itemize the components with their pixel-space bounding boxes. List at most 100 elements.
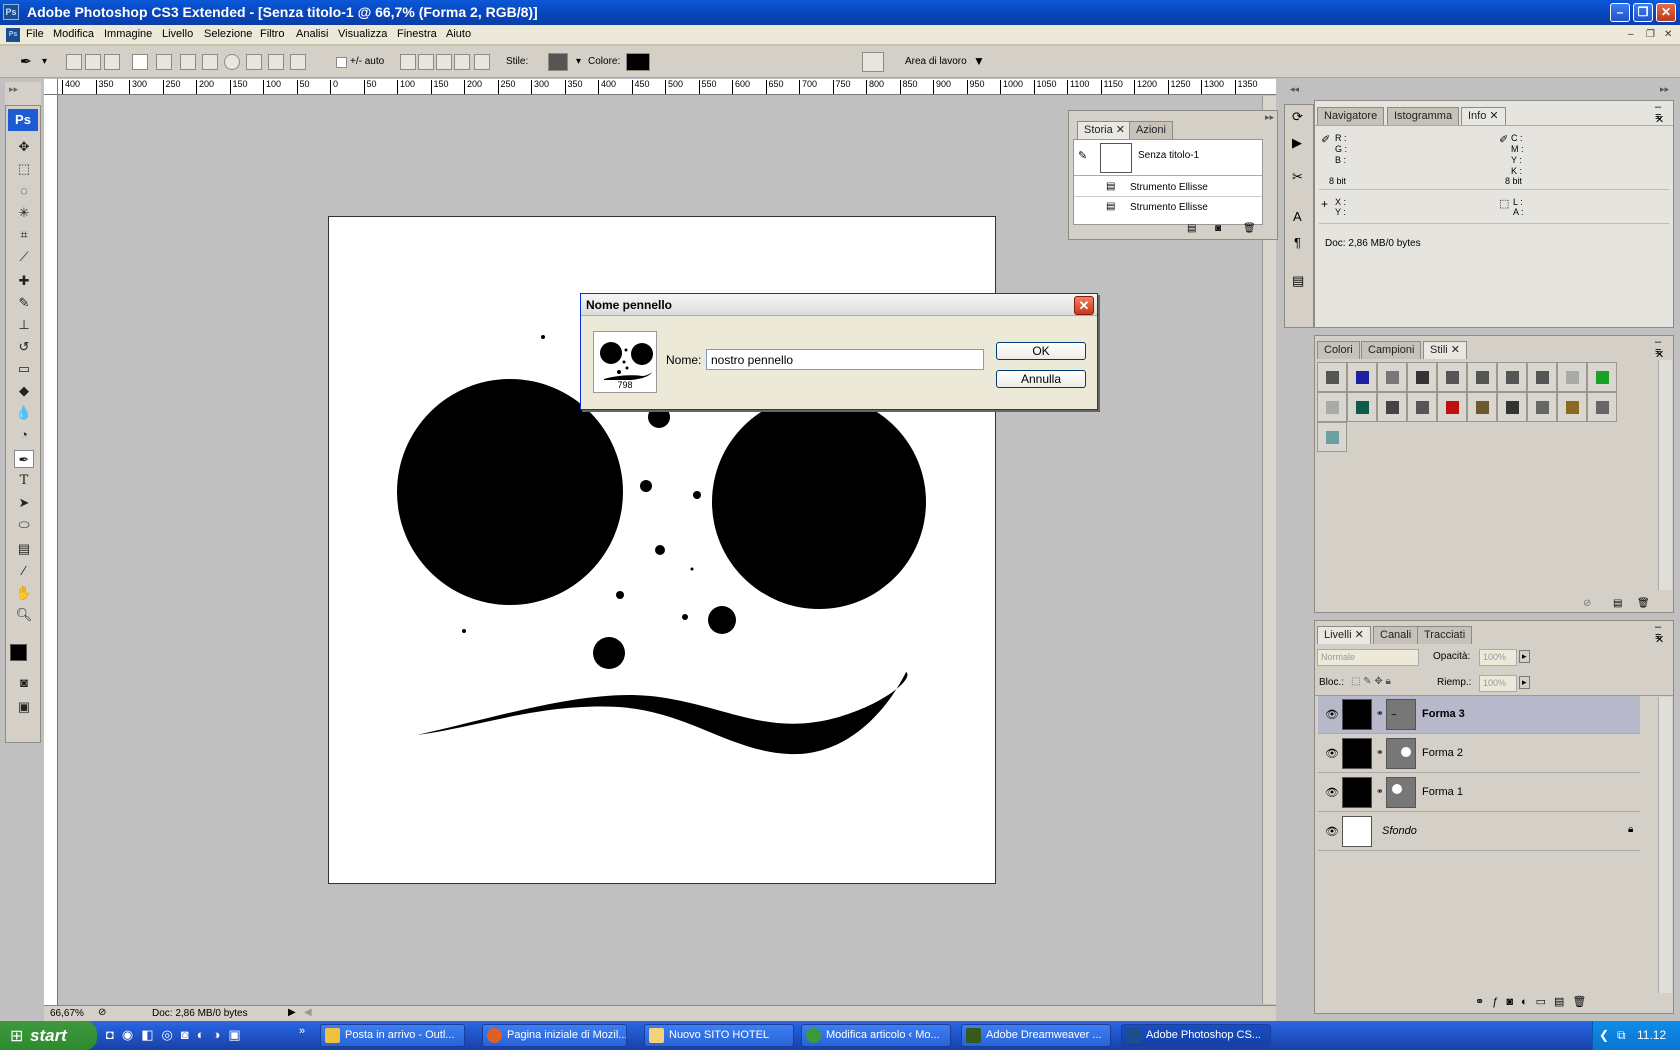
menu-finestra[interactable]: Finestra <box>397 28 437 40</box>
notes-tool-icon[interactable]: ▤ <box>14 540 34 558</box>
history-icon[interactable]: ⟳ <box>1292 109 1303 125</box>
style-swatch[interactable] <box>1557 392 1587 422</box>
character-icon[interactable]: A <box>1293 209 1302 224</box>
fill-field[interactable]: 100% <box>1479 675 1517 692</box>
layer-comps-icon[interactable]: ▤ <box>1292 273 1304 289</box>
menu-modifica[interactable]: Modifica <box>53 28 94 40</box>
new-snapshot-icon[interactable]: ◙ <box>1215 223 1221 234</box>
style-swatch[interactable] <box>1317 362 1347 392</box>
styles-scrollbar[interactable] <box>1658 360 1672 590</box>
history-step[interactable]: ▤ Strumento Ellisse <box>1074 198 1262 217</box>
fill-pixels-icon[interactable] <box>104 54 120 70</box>
rectangle-icon[interactable] <box>180 54 196 70</box>
doc-close-icon[interactable]: ✕ <box>1664 29 1672 40</box>
doc-restore-icon[interactable]: ❐ <box>1646 29 1655 40</box>
menu-immagine[interactable]: Immagine <box>104 28 152 40</box>
slice-tool-icon[interactable]: ⟋ <box>14 248 34 266</box>
brush-name-field[interactable]: nostro pennello <box>706 349 984 370</box>
magic-wand-icon[interactable]: ✳ <box>14 204 34 222</box>
auto-add-delete-checkbox[interactable] <box>336 57 347 68</box>
pen-tool-preset-icon[interactable]: ✒ <box>20 53 32 70</box>
path-selection-icon[interactable]: ➤ <box>14 494 34 512</box>
history-snapshot[interactable]: ✎ Senza titolo-1 <box>1074 140 1262 176</box>
tab-info[interactable]: Info ✕ <box>1461 107 1506 125</box>
layers-footer-icons[interactable]: ⚭ƒ◙◐▭▤🗑︎ <box>1475 995 1594 1008</box>
lasso-tool-icon[interactable]: ◌ <box>14 182 34 200</box>
freeform-pen-icon[interactable] <box>156 54 172 70</box>
ellipse-icon[interactable] <box>224 54 240 70</box>
eye-icon[interactable]: 👁︎ <box>1325 825 1339 838</box>
tab-colori[interactable]: Colori <box>1317 341 1360 359</box>
zoom-level[interactable]: 66,67% <box>50 1008 84 1019</box>
style-swatch[interactable] <box>1587 392 1617 422</box>
history-brush-icon[interactable]: ↺ <box>14 338 34 356</box>
clear-style-icon[interactable]: ⊘ <box>1583 598 1591 609</box>
eraser-tool-icon[interactable]: ▭ <box>14 360 34 378</box>
combine-icon[interactable] <box>400 54 416 70</box>
workspace-menu[interactable]: Area di lavoro <box>905 56 967 67</box>
style-swatch[interactable] <box>1437 362 1467 392</box>
style-swatch[interactable] <box>1467 362 1497 392</box>
tab-navigatore[interactable]: Navigatore <box>1317 107 1385 125</box>
dock-collapse-icon[interactable]: ▸▸ <box>1660 84 1669 95</box>
move-tool-icon[interactable]: ✥ <box>14 138 34 156</box>
layer-row[interactable]: 👁︎ ⚭ ~ Forma 3 <box>1318 696 1640 734</box>
custom-shape-icon[interactable] <box>290 54 306 70</box>
menu-livello[interactable]: Livello <box>162 28 193 40</box>
tab-storia[interactable]: Storia ✕ <box>1077 121 1133 139</box>
paths-icon[interactable] <box>85 54 101 70</box>
intersect-icon[interactable] <box>436 54 452 70</box>
layer-row[interactable]: 👁︎ ⚭ Forma 1 <box>1318 774 1640 812</box>
style-swatch[interactable] <box>1347 362 1377 392</box>
quick-launch-more-icon[interactable]: » <box>299 1025 305 1037</box>
opacity-slider-icon[interactable]: ▸ <box>1519 650 1530 663</box>
taskbar-item-firefox[interactable]: Pagina iniziale di Mozil... <box>482 1024 627 1047</box>
close-button[interactable]: ✕ <box>1656 3 1676 22</box>
screen-mode-icon[interactable]: ▣ <box>14 698 34 716</box>
link-icon[interactable] <box>474 54 490 70</box>
dialog-close-button[interactable]: ✕ <box>1074 296 1094 315</box>
network-icon[interactable]: ⧉ <box>1617 1021 1626 1050</box>
eye-icon[interactable]: 👁︎ <box>1325 708 1339 721</box>
crop-tool-icon[interactable]: ⌗ <box>14 226 34 244</box>
panel-menu-icon[interactable]: ≡ <box>1655 346 1661 358</box>
status-menu-arrow-icon[interactable]: ▶ <box>288 1007 296 1018</box>
foreground-color[interactable] <box>10 644 27 661</box>
new-document-icon[interactable]: ▤ <box>1187 223 1196 234</box>
cancel-button[interactable]: Annulla <box>996 370 1086 388</box>
ruler-origin[interactable] <box>44 79 58 95</box>
style-picker[interactable] <box>548 53 568 71</box>
status-icon[interactable]: ⊘ <box>98 1007 106 1018</box>
layers-scrollbar[interactable] <box>1658 697 1672 993</box>
style-swatch[interactable] <box>1497 362 1527 392</box>
tab-azioni[interactable]: Azioni <box>1129 121 1173 139</box>
clone-stamp-icon[interactable]: ⊥ <box>14 316 34 334</box>
quick-launch-icons[interactable]: ◘◉◧◎◙◐◑▣ <box>106 1027 296 1045</box>
style-swatch[interactable] <box>1377 392 1407 422</box>
menu-analisi[interactable]: Analisi <box>296 28 328 40</box>
panel-menu-icon[interactable]: ≡ <box>1655 631 1661 643</box>
style-swatch[interactable] <box>1347 392 1377 422</box>
dodge-tool-icon[interactable]: ◔ <box>14 426 34 444</box>
chevron-down-icon[interactable]: ▾ <box>576 56 581 67</box>
style-swatch[interactable] <box>1527 392 1557 422</box>
scroll-left-icon[interactable]: ◀ <box>304 1007 312 1018</box>
style-swatch[interactable] <box>1317 422 1347 452</box>
fill-slider-icon[interactable]: ▸ <box>1519 676 1530 689</box>
tab-tracciati[interactable]: Tracciati <box>1417 626 1473 644</box>
actions-icon[interactable]: ▶ <box>1292 135 1302 151</box>
exclude-icon[interactable] <box>454 54 470 70</box>
new-style-icon[interactable]: ▤ <box>1613 598 1622 609</box>
dialog-titlebar[interactable]: Nome pennello ✕ <box>581 294 1097 316</box>
style-swatch[interactable] <box>1317 392 1347 422</box>
zoom-tool-icon[interactable]: 🔍︎ <box>14 606 34 624</box>
pen-tool-icon[interactable]: ✒ <box>14 450 34 468</box>
color-swatch[interactable] <box>626 53 650 71</box>
style-swatch[interactable] <box>1527 362 1557 392</box>
brush-tool-icon[interactable]: ✎ <box>14 294 34 312</box>
tray-expand-icon[interactable]: ❮ <box>1599 1021 1609 1050</box>
tab-canali[interactable]: Canali <box>1373 626 1419 644</box>
ok-button[interactable]: OK <box>996 342 1086 360</box>
taskbar-item-dreamweaver[interactable]: Adobe Dreamweaver ... <box>961 1024 1111 1047</box>
tool-presets-icon[interactable]: ✂ <box>1292 169 1303 185</box>
